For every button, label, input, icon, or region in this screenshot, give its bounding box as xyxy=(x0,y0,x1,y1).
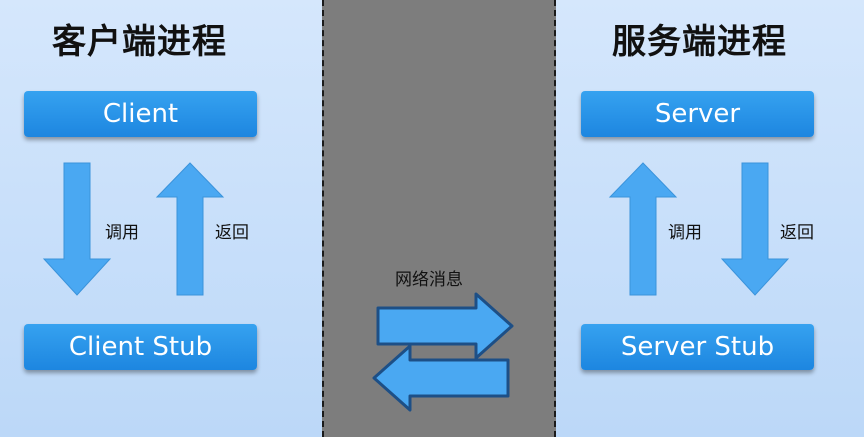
right-return-label: 返回 xyxy=(780,223,814,243)
right-return-down-arrow xyxy=(720,162,790,296)
client-process-title: 客户端进程 xyxy=(52,22,227,62)
left-return-label: 返回 xyxy=(215,223,249,243)
server-process-panel xyxy=(556,0,864,437)
right-call-label: 调用 xyxy=(668,223,702,243)
left-return-up-arrow xyxy=(155,162,225,296)
left-call-down-arrow xyxy=(42,162,112,296)
client-stub-box: Client Stub xyxy=(24,324,257,370)
left-call-label: 调用 xyxy=(105,223,139,243)
server-box: Server xyxy=(581,91,814,137)
client-box: Client xyxy=(24,91,257,137)
network-left-arrow xyxy=(372,344,510,412)
server-stub-box: Server Stub xyxy=(581,324,814,370)
network-message-label: 网络消息 xyxy=(395,270,463,290)
server-process-title: 服务端进程 xyxy=(612,22,787,62)
right-call-up-arrow xyxy=(608,162,678,296)
